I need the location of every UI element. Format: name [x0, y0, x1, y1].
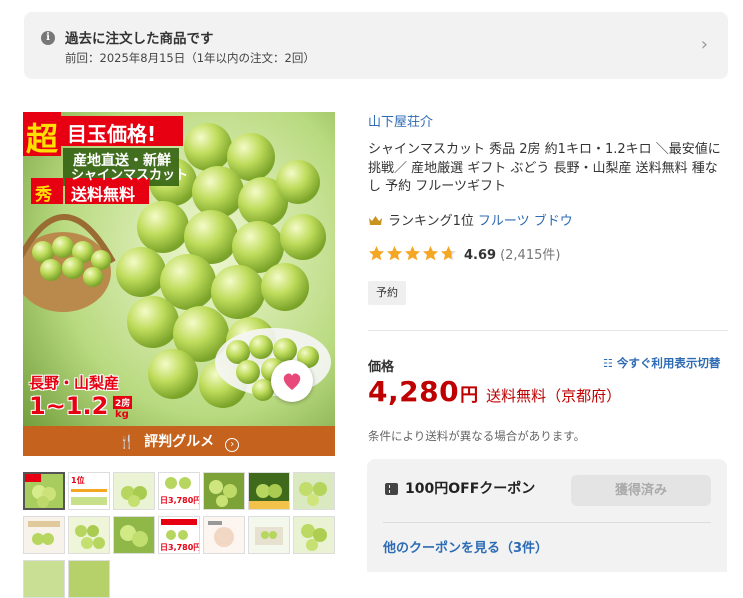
- thumbnail-2[interactable]: 1位: [68, 472, 110, 510]
- thumbnail-16[interactable]: [68, 560, 110, 598]
- thumbnail-5[interactable]: [203, 472, 245, 510]
- svg-text:1位: 1位: [71, 475, 85, 485]
- image-weight-unit-top: 2房: [113, 396, 133, 409]
- chevron-right-icon: ›: [700, 34, 708, 55]
- thumbnail-14[interactable]: [293, 516, 335, 554]
- favorite-button[interactable]: [271, 360, 313, 402]
- review-count-link[interactable]: (2,415件): [500, 248, 560, 263]
- thumbnail-7[interactable]: [293, 472, 335, 510]
- image-headline: 目玉価格!: [67, 122, 157, 146]
- coupon-title: 100円OFFクーポン: [405, 481, 536, 497]
- ranking-row: ランキング1位 フルーツ ブドウ: [368, 210, 573, 229]
- display-toggle-link[interactable]: ☷ 今すぐ利用表示切替: [603, 355, 720, 371]
- shipping-info: 送料無料（京都府）: [486, 387, 622, 405]
- image-origin-label: 長野・山梨産: [29, 374, 120, 392]
- price-amount: 4,280: [368, 375, 460, 408]
- previous-order-notice[interactable]: i 過去に注文した商品です 前回：2025年8月15日（1年以内の注文：2回） …: [24, 12, 728, 79]
- coupon-panel: 100円OFFクーポン 獲得済み 他のクーポンを見る（3件）: [367, 459, 727, 572]
- reputation-banner-label: 評判グルメ: [144, 434, 215, 450]
- price-currency: 円: [460, 385, 479, 406]
- shop-name-link[interactable]: 山下屋荘介: [368, 111, 433, 130]
- coupon-icon: [385, 483, 398, 495]
- image-shipping-label: 送料無料: [71, 185, 136, 204]
- circle-arrow-icon: ›: [225, 438, 240, 452]
- product-main-image[interactable]: 超 目玉価格! 産地直送・新鮮 シャインマスカット 秀 送料無料 長野・山梨産 …: [23, 112, 335, 456]
- divider: [368, 330, 728, 331]
- thumbnail-price-2: 日3,780円: [160, 543, 199, 552]
- thumbnail-13[interactable]: [248, 516, 290, 554]
- thumbnail-8[interactable]: [23, 516, 65, 554]
- image-grade-label: 秀: [35, 185, 52, 205]
- coupon-divider: [383, 522, 711, 523]
- image-weight-unit-bottom: kg: [115, 409, 129, 420]
- rating-row[interactable]: 4.69 (2,415件): [368, 244, 560, 263]
- heart-icon: [283, 373, 301, 390]
- thumbnail-10[interactable]: [113, 516, 155, 554]
- reputation-banner[interactable]: 🍴 評判グルメ ›: [23, 426, 335, 456]
- thumbnail-9[interactable]: [68, 516, 110, 554]
- price-row: 4,280円 送料無料（京都府）: [368, 375, 621, 408]
- star-rating-icon: [369, 246, 456, 261]
- thumbnail-4[interactable]: 日3,780円: [158, 472, 200, 510]
- preorder-badge: 予約: [368, 281, 406, 305]
- coupon-acquired-button[interactable]: 獲得済み: [571, 475, 711, 506]
- rating-average: 4.69: [464, 248, 497, 263]
- thumbnail-1[interactable]: [23, 472, 65, 510]
- thumbnail-15[interactable]: [23, 560, 65, 598]
- shipping-note: 条件により送料が異なる場合があります。: [368, 429, 586, 443]
- thumbnail-6[interactable]: [248, 472, 290, 510]
- display-toggle-label: 今すぐ利用表示切替: [616, 356, 721, 370]
- info-icon: i: [41, 31, 55, 45]
- price-label: 価格: [368, 360, 395, 375]
- image-weight-label: 1~1.2: [29, 392, 109, 420]
- product-title: シャインマスカット 秀品 2房 約1キロ・1.2キロ ＼最安値に挑戦／ 産地厳選…: [368, 142, 721, 194]
- fork-knife-icon: 🍴: [118, 435, 135, 450]
- ranking-label: ランキング1位: [388, 214, 474, 229]
- thumbnail-price-1: 日3,780円: [160, 496, 199, 505]
- thumbnail-11[interactable]: 日3,780円: [158, 516, 200, 554]
- more-coupons-link[interactable]: 他のクーポンを見る（3件）: [383, 537, 548, 556]
- crown-icon: [369, 216, 382, 225]
- thumbnail-12[interactable]: [203, 516, 245, 554]
- thumbnail-3[interactable]: [113, 472, 155, 510]
- toggle-settings-icon: ☷: [603, 357, 613, 370]
- notice-subtitle: 前回：2025年8月15日（1年以内の注文：2回）: [65, 51, 315, 65]
- image-super-label: 超: [26, 120, 59, 158]
- notice-title: 過去に注文した商品です: [65, 31, 214, 47]
- ranking-category-link[interactable]: フルーツ ブドウ: [478, 214, 573, 229]
